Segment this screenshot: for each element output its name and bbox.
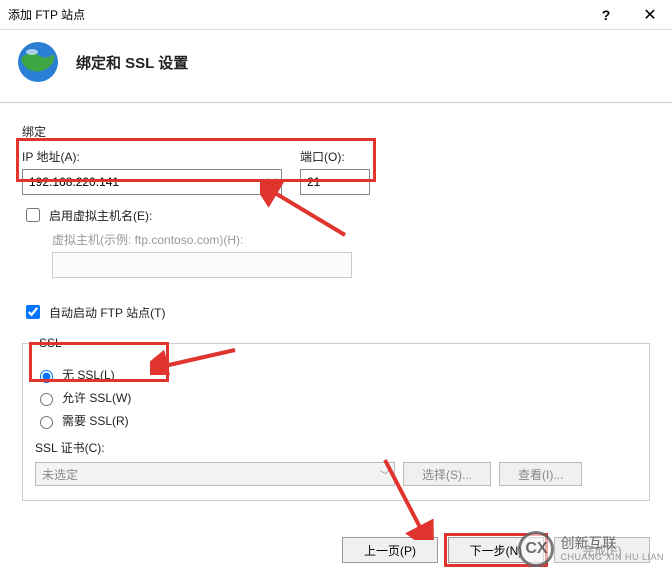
ssl-allow-radio[interactable] [40, 393, 53, 406]
watermark: CX 创新互联 CHUANG XIN HU LIAN [518, 531, 664, 567]
ssl-view-button: 查看(I)... [499, 462, 582, 486]
ssl-legend: SSL [35, 336, 66, 350]
port-label: 端口(O): [300, 148, 370, 165]
prev-button[interactable]: 上一页(P) [342, 537, 438, 563]
help-button[interactable]: ? [584, 0, 628, 30]
page-title: 绑定和 SSL 设置 [76, 52, 188, 73]
wizard-header: 绑定和 SSL 设置 [0, 30, 672, 102]
binding-label: 绑定 [22, 123, 650, 140]
globe-icon [16, 40, 60, 84]
ssl-group: SSL 无 SSL(L) 允许 SSL(W) 需要 SSL(R) SSL 证书(… [22, 336, 650, 501]
ssl-select-button: 选择(S)... [403, 462, 491, 486]
ip-address-input[interactable] [23, 170, 263, 194]
window-title: 添加 FTP 站点 [8, 6, 584, 23]
port-input[interactable] [300, 169, 370, 195]
auto-start-checkbox[interactable] [26, 305, 40, 319]
watermark-brand: 创新互联 [560, 536, 664, 551]
vhost-input [52, 252, 352, 278]
chevron-down-icon[interactable]: ﹀ [263, 175, 281, 190]
ip-address-combo[interactable]: ﹀ [22, 169, 282, 195]
watermark-logo-icon: CX [518, 531, 554, 567]
vhost-example-label: 虚拟主机(示例: ftp.contoso.com)(H): [52, 231, 650, 248]
ssl-cert-combo: 未选定 ﹀ [35, 462, 395, 486]
ssl-require-label: 需要 SSL(R) [62, 412, 129, 429]
ssl-none-radio[interactable] [40, 370, 53, 383]
ssl-require-radio[interactable] [40, 416, 53, 429]
chevron-down-icon: ﹀ [376, 467, 394, 482]
ip-address-label: IP 地址(A): [22, 148, 282, 165]
ssl-cert-value: 未选定 [36, 466, 376, 483]
close-button[interactable]: ✕ [628, 0, 672, 30]
ssl-none-label: 无 SSL(L) [62, 366, 115, 383]
auto-start-label: 自动启动 FTP 站点(T) [49, 304, 165, 321]
watermark-sub: CHUANG XIN HU LIAN [560, 552, 664, 562]
enable-vhost-checkbox[interactable] [26, 208, 40, 222]
ssl-cert-label: SSL 证书(C): [35, 439, 637, 456]
ssl-allow-label: 允许 SSL(W) [62, 389, 131, 406]
enable-vhost-label: 启用虚拟主机名(E): [49, 207, 152, 224]
titlebar: 添加 FTP 站点 ? ✕ [0, 0, 672, 30]
